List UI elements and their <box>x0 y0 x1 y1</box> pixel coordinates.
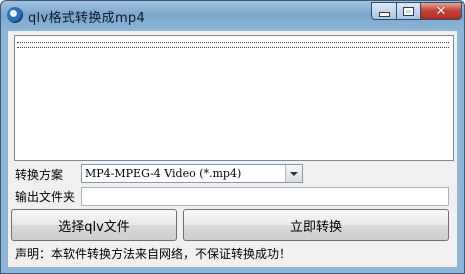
maximize-button[interactable] <box>396 2 421 20</box>
client-area: 转换方案 MP4-MPEG-4 Video (*.mp4) 输出文件夹 选择ql… <box>8 31 457 267</box>
scheme-label: 转换方案 <box>15 168 64 182</box>
list-focus-row <box>17 42 449 48</box>
title-bar[interactable]: qlv格式转换成mp4 ✕ <box>1 1 464 31</box>
minimize-button[interactable] <box>371 2 397 20</box>
app-window: qlv格式转换成mp4 ✕ 转换方案 MP4-MPEG-4 Video (*.m… <box>0 0 465 274</box>
close-button[interactable]: ✕ <box>420 2 462 20</box>
maximize-icon <box>403 6 414 16</box>
file-list[interactable] <box>14 35 454 161</box>
output-folder-label: 输出文件夹 <box>15 190 76 204</box>
window-title: qlv格式转换成mp4 <box>28 11 146 26</box>
app-logo-icon <box>7 7 23 23</box>
convert-now-button[interactable]: 立即转换 <box>183 209 449 241</box>
minimize-icon <box>378 11 390 17</box>
select-qlv-button[interactable]: 选择qlv文件 <box>11 209 177 241</box>
disclaimer-text: 声明：本软件转换方法来自网络，不保证转换成功！ <box>15 247 292 261</box>
scheme-selected-value: MP4-MPEG-4 Video (*.mp4) <box>85 167 242 180</box>
dropdown-button[interactable] <box>285 165 302 182</box>
scheme-dropdown[interactable]: MP4-MPEG-4 Video (*.mp4) <box>81 164 303 183</box>
output-folder-field[interactable] <box>81 187 449 206</box>
chevron-down-icon <box>290 171 298 176</box>
close-icon: ✕ <box>435 3 447 19</box>
